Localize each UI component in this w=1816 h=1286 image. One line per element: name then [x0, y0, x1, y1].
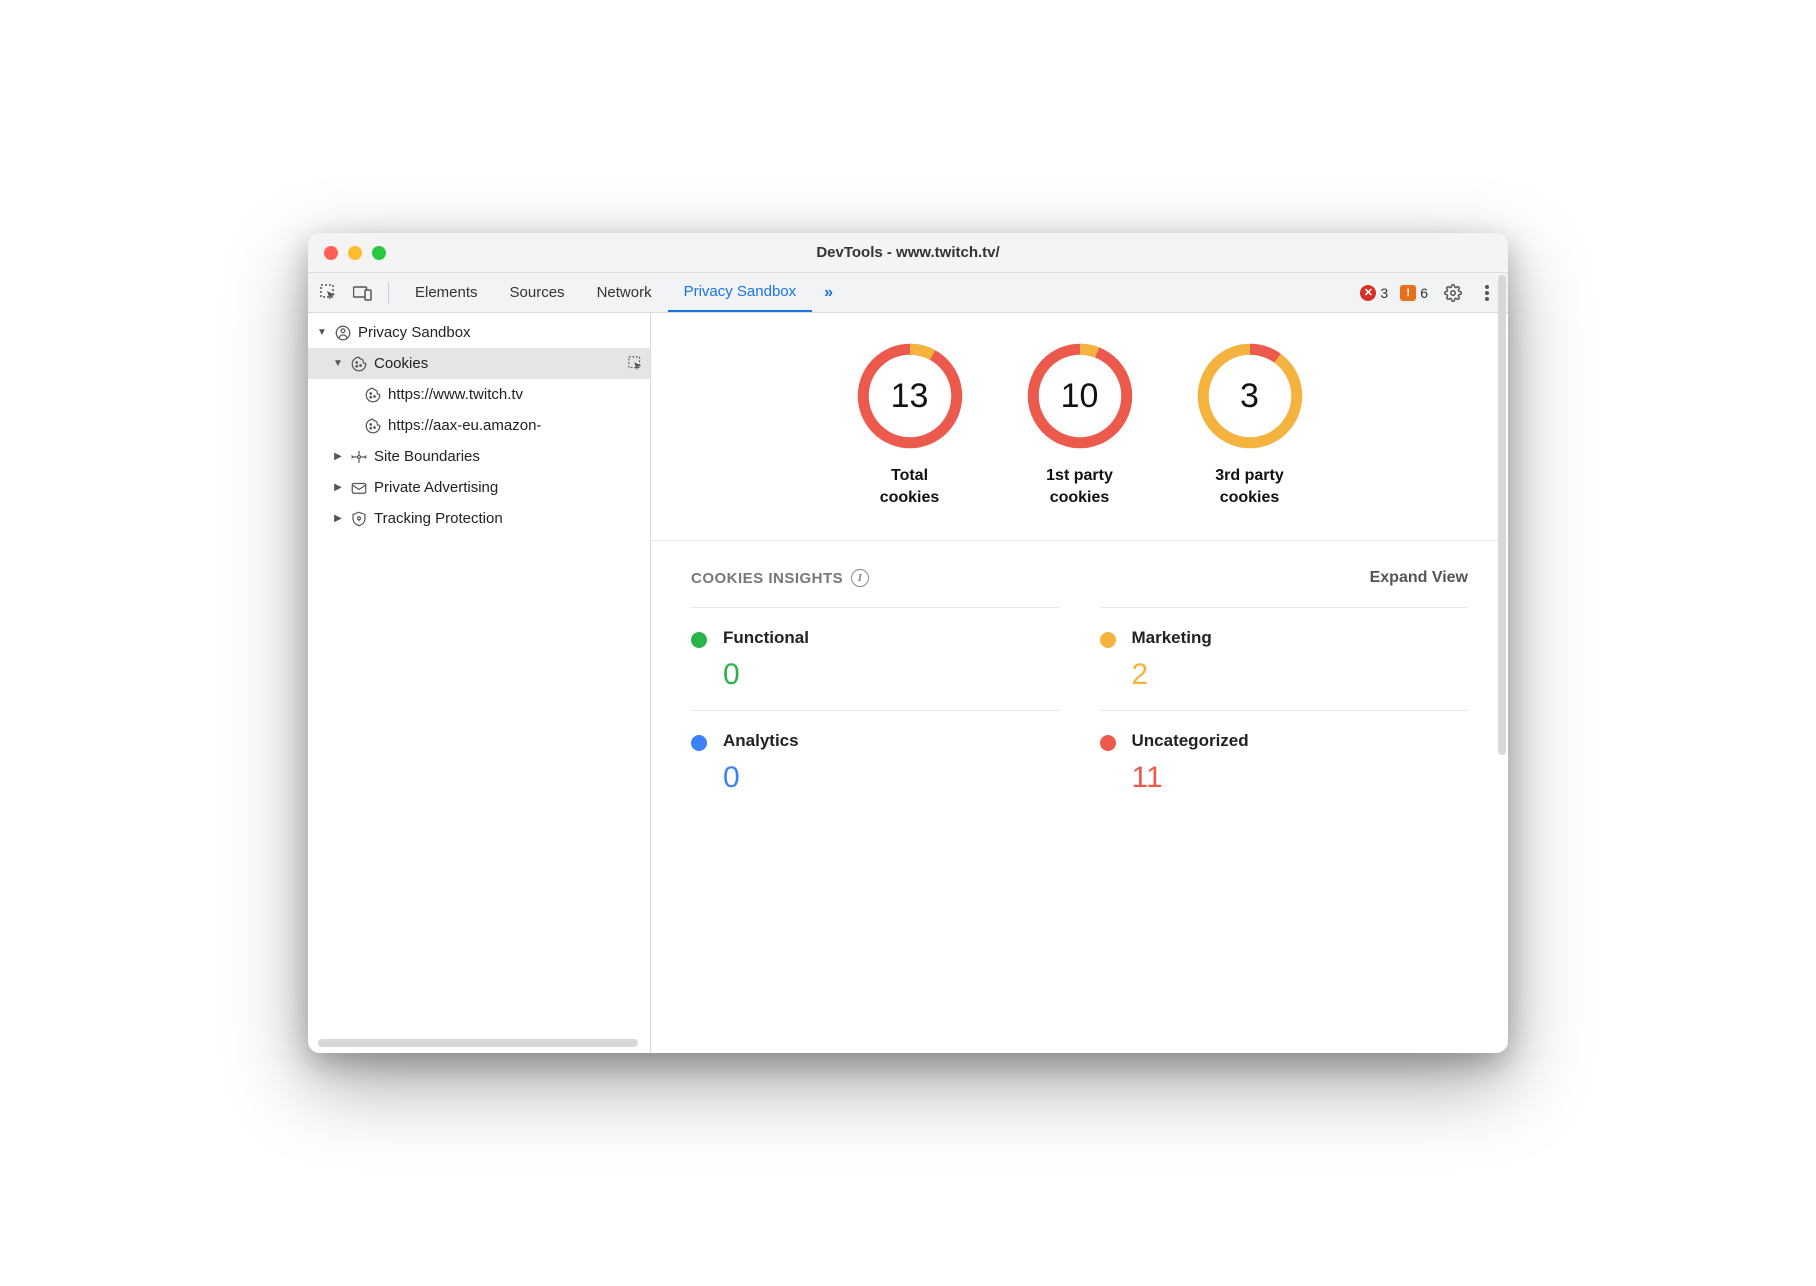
tree-cookies[interactable]: ▼ Cookies	[308, 348, 650, 379]
errors-badge[interactable]: ✕ 3	[1360, 285, 1388, 301]
metric-value: 13	[855, 341, 965, 451]
tab-sources[interactable]: Sources	[494, 273, 581, 312]
chevron-right-icon: ▶	[332, 482, 344, 493]
toolbar-divider	[388, 282, 389, 304]
tree-tracking-protection[interactable]: ▶ Tracking Protection	[308, 503, 650, 534]
devtools-toolbar: Elements Sources Network Privacy Sandbox…	[308, 273, 1508, 313]
insight-name: Functional	[723, 628, 809, 648]
insight-functional[interactable]: Functional 0	[691, 607, 1060, 710]
panel-body: ▼ Privacy Sandbox ▼ Cookies	[308, 313, 1508, 1053]
metric-total-cookies: 13 Totalcookies	[855, 341, 965, 508]
insight-value: 11	[1132, 761, 1249, 795]
mail-icon	[350, 479, 368, 497]
main-content: 13 Totalcookies 10 1st partycookies 3	[651, 313, 1508, 1053]
chevron-right-icon: ▶	[332, 513, 344, 524]
inspect-element-icon[interactable]	[314, 278, 344, 308]
warning-icon: !	[1400, 285, 1416, 301]
tab-elements[interactable]: Elements	[399, 273, 494, 312]
metric-label: 3rd partycookies	[1215, 465, 1283, 508]
tree-label: Cookies	[374, 355, 428, 372]
tree-label: Privacy Sandbox	[358, 324, 471, 341]
color-swatch	[1100, 632, 1116, 648]
insights-title: COOKIES INSIGHTS i	[691, 569, 869, 587]
tree-privacy-sandbox[interactable]: ▼ Privacy Sandbox	[308, 317, 650, 348]
maximize-window-button[interactable]	[372, 246, 386, 260]
cookie-icon	[364, 386, 382, 404]
insight-name: Marketing	[1132, 628, 1212, 648]
chevron-down-icon: ▼	[316, 327, 328, 338]
insight-analytics[interactable]: Analytics 0	[691, 710, 1060, 813]
insight-value: 0	[723, 761, 799, 795]
insight-name: Analytics	[723, 731, 799, 751]
metric-third-party-cookies: 3 3rd partycookies	[1195, 341, 1305, 508]
tree-label: https://aax-eu.amazon-	[388, 417, 541, 434]
device-toolbar-icon[interactable]	[348, 278, 378, 308]
tree-label: Private Advertising	[374, 479, 498, 496]
shield-icon	[350, 510, 368, 528]
insight-uncategorized[interactable]: Uncategorized 11	[1100, 710, 1469, 813]
tab-network[interactable]: Network	[581, 273, 668, 312]
color-swatch	[691, 735, 707, 751]
tab-privacy-sandbox[interactable]: Privacy Sandbox	[668, 273, 813, 312]
cookie-icon	[364, 417, 382, 435]
more-tabs-icon[interactable]: »	[816, 284, 841, 302]
error-icon: ✕	[1360, 285, 1376, 301]
insight-value: 2	[1132, 658, 1212, 692]
insights-header: COOKIES INSIGHTS i Expand View	[651, 541, 1508, 607]
metric-first-party-cookies: 10 1st partycookies	[1025, 341, 1135, 508]
settings-gear-icon[interactable]	[1438, 278, 1468, 308]
boundaries-icon	[350, 448, 368, 466]
tree-cookie-origin[interactable]: https://aax-eu.amazon-	[308, 410, 650, 441]
inspect-icon[interactable]	[628, 356, 644, 372]
devtools-window: DevTools - www.twitch.tv/ Elements Sourc…	[308, 233, 1508, 1053]
warnings-badge[interactable]: ! 6	[1400, 285, 1428, 301]
chevron-down-icon: ▼	[332, 358, 344, 369]
titlebar: DevTools - www.twitch.tv/	[308, 233, 1508, 273]
insight-marketing[interactable]: Marketing 2	[1100, 607, 1469, 710]
panel-tabs: Elements Sources Network Privacy Sandbox	[399, 273, 812, 312]
status-badges: ✕ 3 ! 6	[1360, 285, 1428, 301]
sandbox-icon	[334, 324, 352, 342]
chevron-right-icon: ▶	[332, 451, 344, 462]
insight-value: 0	[723, 658, 809, 692]
ring-chart: 13	[855, 341, 965, 451]
sidebar-tree: ▼ Privacy Sandbox ▼ Cookies	[308, 313, 651, 1053]
metric-value: 10	[1025, 341, 1135, 451]
errors-count: 3	[1380, 285, 1388, 301]
expand-view-button[interactable]: Expand View	[1370, 569, 1468, 587]
metric-label: 1st partycookies	[1046, 465, 1113, 508]
minimize-window-button[interactable]	[348, 246, 362, 260]
tree-cookie-origin[interactable]: https://www.twitch.tv	[308, 379, 650, 410]
tree-label: Site Boundaries	[374, 448, 480, 465]
tree-site-boundaries[interactable]: ▶ Site Boundaries	[308, 441, 650, 472]
metric-value: 3	[1195, 341, 1305, 451]
insight-name: Uncategorized	[1132, 731, 1249, 751]
traffic-lights	[308, 246, 386, 260]
color-swatch	[1100, 735, 1116, 751]
tree-label: https://www.twitch.tv	[388, 386, 523, 403]
cookie-icon	[350, 355, 368, 373]
warnings-count: 6	[1420, 285, 1428, 301]
ring-chart: 10	[1025, 341, 1135, 451]
close-window-button[interactable]	[324, 246, 338, 260]
tree-label: Tracking Protection	[374, 510, 503, 527]
info-icon[interactable]: i	[851, 569, 869, 587]
insights-grid: Functional 0 Marketing 2 Analytics 0	[651, 607, 1508, 813]
window-title: DevTools - www.twitch.tv/	[308, 244, 1508, 261]
color-swatch	[691, 632, 707, 648]
horizontal-scrollbar[interactable]	[318, 1039, 638, 1047]
metric-label: Totalcookies	[880, 465, 940, 508]
ring-chart: 3	[1195, 341, 1305, 451]
tree-private-advertising[interactable]: ▶ Private Advertising	[308, 472, 650, 503]
cookie-metrics: 13 Totalcookies 10 1st partycookies 3	[651, 313, 1508, 541]
vertical-scrollbar[interactable]	[1498, 275, 1506, 755]
